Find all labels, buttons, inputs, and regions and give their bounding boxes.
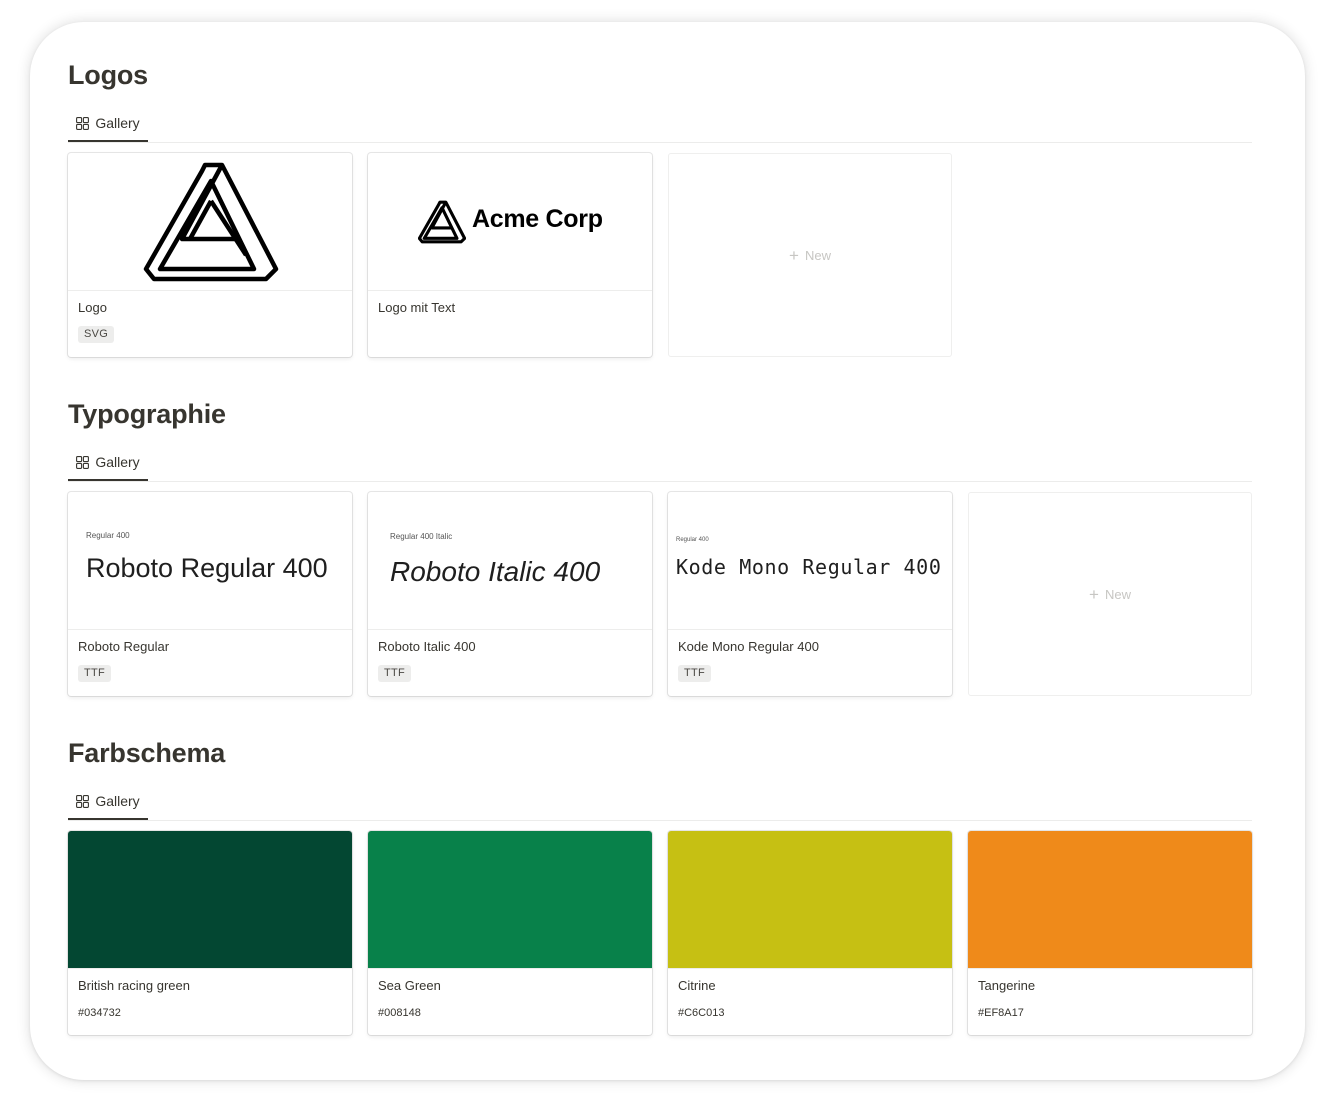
gallery-page: Logos Gallery Logo SVG Acme Corp Logo mi…	[30, 22, 1305, 1080]
hex-value: #008148	[378, 1007, 421, 1019]
section-title-logos: Logos	[68, 60, 148, 90]
tab-gallery[interactable]: Gallery	[68, 106, 148, 142]
file-type-tag: TTF	[678, 665, 712, 682]
gallery-card[interactable]: British racing green #034732	[68, 831, 352, 1035]
new-label: New	[1104, 586, 1131, 602]
file-type-tag: SVG	[78, 326, 115, 343]
gallery-grid-icon	[76, 116, 90, 130]
file-type-tag: TTF	[378, 665, 412, 682]
plus-icon: +	[789, 245, 799, 265]
card-title: Roboto Italic 400	[378, 639, 476, 654]
font-preview-caption: Regular 400	[86, 531, 130, 540]
card-title: Sea Green	[378, 978, 441, 993]
section-title-colors: Farbschema	[68, 738, 226, 768]
gallery-grid-icon	[76, 794, 90, 808]
gallery-card[interactable]: Sea Green #008148	[368, 831, 652, 1035]
impossible-triangle-icon	[143, 162, 279, 282]
impossible-triangle-icon	[418, 200, 466, 244]
tab-gallery-label: Gallery	[95, 454, 140, 470]
hex-value: #EF8A17	[978, 1007, 1024, 1019]
font-preview-caption: Regular 400	[676, 537, 709, 543]
new-card-button[interactable]: + New	[968, 492, 1252, 696]
card-title: Logo mit Text	[378, 300, 456, 315]
card-cover	[68, 153, 352, 291]
file-type-tag: TTF	[78, 665, 112, 682]
font-preview-sample: Kode Mono Regular 400	[676, 555, 942, 579]
color-swatch	[968, 831, 1252, 969]
tab-gallery-label: Gallery	[95, 115, 140, 131]
card-cover: Regular 400 Kode Mono Regular 400	[668, 492, 952, 630]
font-preview-sample: Roboto Regular 400	[86, 553, 328, 583]
section-title-typography: Typographie	[68, 399, 226, 429]
font-preview-sample: Roboto Italic 400	[390, 556, 601, 587]
tab-gallery[interactable]: Gallery	[68, 445, 148, 481]
view-tabs: Gallery	[68, 106, 1252, 143]
card-title: British racing green	[78, 978, 190, 993]
font-preview-caption: Regular 400 Italic	[390, 532, 453, 541]
color-swatch	[668, 831, 952, 969]
tab-gallery[interactable]: Gallery	[68, 784, 148, 820]
card-title: Citrine	[678, 978, 716, 993]
gallery-card[interactable]: Acme Corp Logo mit Text	[368, 153, 652, 357]
logo-wordmark: Acme Corp	[472, 205, 603, 233]
gallery-cards: Regular 400 Roboto Regular 400 Roboto Re…	[68, 492, 1252, 698]
card-cover: Regular 400 Italic Roboto Italic 400	[368, 492, 652, 630]
gallery-card[interactable]: Citrine #C6C013	[668, 831, 952, 1035]
plus-icon: +	[1089, 584, 1099, 604]
gallery-cards: Logo SVG Acme Corp Logo mit Text + New	[68, 153, 1252, 359]
hex-value: #C6C013	[678, 1007, 725, 1019]
card-title: Roboto Regular	[78, 639, 170, 654]
card-cover: Regular 400 Roboto Regular 400	[68, 492, 352, 630]
tab-gallery-label: Gallery	[95, 793, 140, 809]
logos-section: Logos Gallery Logo SVG Acme Corp Logo mi…	[68, 58, 1252, 368]
typography-section: Typographie Gallery Regular 400 Roboto R…	[68, 397, 1252, 707]
view-tabs: Gallery	[68, 784, 1252, 821]
hex-value: #034732	[78, 1007, 121, 1019]
gallery-grid-icon	[76, 455, 90, 469]
gallery-cards: British racing green #034732 Sea Green #…	[68, 831, 1252, 1037]
view-tabs: Gallery	[68, 445, 1252, 482]
card-title: Tangerine	[978, 978, 1036, 993]
colors-section: Farbschema Gallery British racing green …	[68, 736, 1252, 1046]
color-swatch	[68, 831, 352, 969]
gallery-card[interactable]: Regular 400 Kode Mono Regular 400 Kode M…	[668, 492, 952, 696]
card-title: Kode Mono Regular 400	[678, 639, 819, 654]
card-title: Logo	[78, 300, 107, 315]
color-swatch	[368, 831, 652, 969]
card-cover: Acme Corp	[368, 153, 652, 291]
gallery-card[interactable]: Regular 400 Italic Roboto Italic 400 Rob…	[368, 492, 652, 696]
new-label: New	[804, 247, 831, 263]
new-card-button[interactable]: + New	[668, 153, 952, 357]
gallery-card[interactable]: Regular 400 Roboto Regular 400 Roboto Re…	[68, 492, 352, 696]
gallery-card[interactable]: Logo SVG	[68, 153, 352, 357]
gallery-card[interactable]: Tangerine #EF8A17	[968, 831, 1252, 1035]
